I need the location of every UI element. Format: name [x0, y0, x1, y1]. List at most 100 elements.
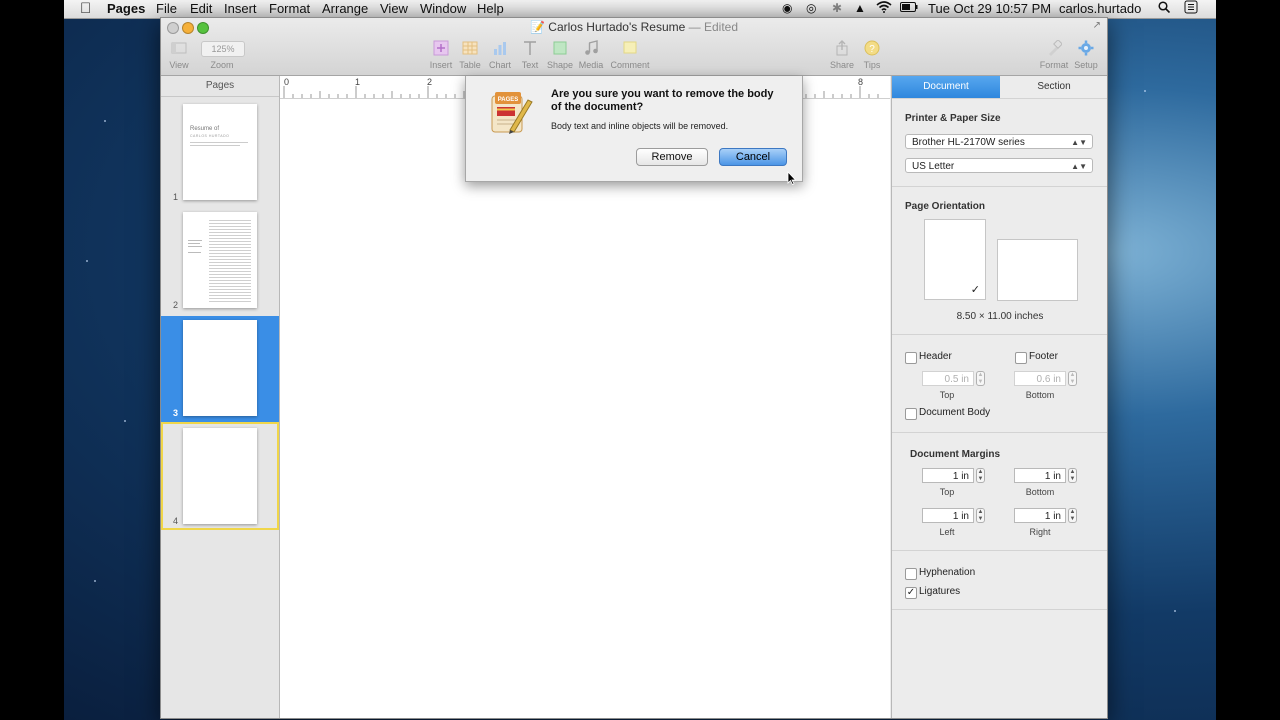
page-thumbnail-image: [183, 428, 257, 524]
paper-dimensions: 8.50 × 11.00 inches: [956, 311, 1044, 322]
media-tool[interactable]: Media: [571, 40, 611, 70]
spotlight-search-icon[interactable]: [1158, 1, 1171, 16]
tab-section[interactable]: Section: [1000, 76, 1107, 98]
document-body-checkbox[interactable]: [905, 408, 917, 420]
media-label: Media: [578, 60, 604, 70]
menu-file[interactable]: File: [156, 1, 177, 16]
menubar-clock[interactable]: Tue Oct 29 10:57 PM: [928, 1, 1051, 16]
star: [104, 120, 106, 122]
margin-top-stepper[interactable]: ▲ ▼: [976, 468, 985, 483]
airplay-icon[interactable]: ▲: [854, 1, 866, 15]
svg-text:PAGES: PAGES: [498, 97, 519, 103]
share-label: Share: [829, 60, 855, 70]
footer-bottom-caption: Bottom: [1025, 390, 1055, 400]
page-number: 1: [173, 192, 179, 202]
document-title: Carlos Hurtado's Resume: [548, 20, 686, 34]
dialog-question: Are you sure you want to remove the body…: [551, 88, 774, 113]
page-thumbnail-3[interactable]: 3: [161, 316, 279, 422]
checkmark-icon: ✓: [970, 284, 980, 296]
menu-format[interactable]: Format: [269, 1, 310, 16]
star: [1174, 610, 1176, 612]
margin-bottom-caption: Bottom: [1025, 487, 1055, 497]
page-thumbnail-4[interactable]: 4: [161, 422, 279, 530]
header-checkbox[interactable]: [905, 352, 917, 364]
margin-bottom-stepper[interactable]: ▲ ▼: [1068, 468, 1077, 483]
pages-window: 📝 Carlos Hurtado's Resume — Edited ↗ Vie…: [160, 17, 1108, 719]
fullscreen-icon[interactable]: ↗: [1093, 20, 1101, 31]
hyphenation-checkbox[interactable]: [905, 568, 917, 580]
comment-tool[interactable]: Comment: [610, 40, 650, 70]
paper-size-value: US Letter: [912, 161, 955, 172]
status-app-icon[interactable]: ◉: [782, 1, 792, 15]
paper-size-select[interactable]: US Letter ▲▼: [905, 158, 1093, 173]
margin-bottom-field[interactable]: 1 in: [1014, 468, 1066, 483]
menu-arrange[interactable]: Arrange: [322, 1, 368, 16]
document-body-label: Document Body: [919, 407, 991, 418]
ruler-label-1: 1: [355, 77, 361, 87]
document-icon: 📝: [529, 20, 545, 34]
zoom-value: 125%: [211, 44, 235, 54]
printer-paper-heading: Printer & Paper Size: [905, 113, 1001, 124]
cancel-button[interactable]: Cancel: [719, 148, 787, 166]
thumb-title: Resume of: [190, 126, 220, 132]
checkmark-icon: ✓: [906, 587, 916, 598]
margin-left-field[interactable]: 1 in: [922, 508, 974, 523]
tips-tool[interactable]: ? Tips: [852, 40, 892, 70]
format-label: Format: [1039, 60, 1069, 70]
tab-document[interactable]: Document: [892, 76, 1000, 98]
margin-right-stepper[interactable]: ▲ ▼: [1068, 508, 1077, 523]
header-distance-field[interactable]: 0.5 in: [922, 371, 974, 386]
menu-help[interactable]: Help: [477, 1, 504, 16]
page-thumbnail-2[interactable]: 2: [161, 208, 279, 314]
star: [124, 420, 126, 422]
mouse-cursor-icon: [787, 171, 797, 185]
record-icon[interactable]: ◎: [806, 1, 816, 15]
margin-left-stepper[interactable]: ▲ ▼: [976, 508, 985, 523]
title-bar: 📝 Carlos Hurtado's Resume — Edited ↗ Vie…: [161, 18, 1107, 76]
portrait-orientation-button[interactable]: ✓: [924, 219, 986, 300]
footer-label: Footer: [1029, 351, 1058, 362]
battery-icon[interactable]: [900, 1, 918, 15]
menu-view[interactable]: View: [380, 1, 408, 16]
table-label: Table: [459, 60, 481, 70]
remove-body-dialog: PAGES Are you sure you want to remove th…: [465, 76, 803, 182]
setup-tool[interactable]: Setup: [1066, 40, 1106, 70]
sidebar-header: Pages: [161, 76, 279, 97]
menu-app-name[interactable]: Pages: [107, 1, 145, 16]
hyphenation-label: Hyphenation: [919, 567, 976, 578]
apple-menu-icon[interactable]: : [80, 0, 91, 17]
header-distance-stepper[interactable]: ▲ ▼: [976, 371, 985, 386]
landscape-orientation-button[interactable]: [997, 239, 1078, 301]
zoom-select[interactable]: 125%: [201, 41, 245, 57]
menu-window[interactable]: Window: [420, 1, 466, 16]
page-number: 3: [173, 408, 179, 418]
star: [1144, 90, 1146, 92]
popup-arrows-icon: ▲▼: [1071, 138, 1087, 147]
ligatures-checkbox[interactable]: ✓: [905, 587, 917, 599]
star: [94, 580, 96, 582]
bluetooth-icon[interactable]: ✱: [832, 1, 842, 15]
notification-center-icon[interactable]: [1184, 0, 1198, 17]
footer-distance-field[interactable]: 0.6 in: [1014, 371, 1066, 386]
menu-insert[interactable]: Insert: [224, 1, 257, 16]
setup-label: Setup: [1074, 60, 1098, 70]
margin-right-field[interactable]: 1 in: [1014, 508, 1066, 523]
remove-button[interactable]: Remove: [636, 148, 708, 166]
page-orientation-heading: Page Orientation: [905, 201, 986, 212]
wifi-icon[interactable]: [876, 1, 892, 16]
document-canvas[interactable]: [280, 99, 890, 718]
margin-left-caption: Left: [939, 527, 955, 537]
printer-value: Brother HL-2170W series: [912, 137, 1025, 148]
menu-edit[interactable]: Edit: [190, 1, 212, 16]
menubar-user[interactable]: carlos.hurtado: [1059, 1, 1141, 16]
header-label: Header: [919, 351, 952, 362]
view-label: View: [169, 60, 189, 70]
footer-checkbox[interactable]: [1015, 352, 1027, 364]
page-thumbnail-1[interactable]: Resume of CARLOS HURTADO 1: [161, 100, 279, 206]
margin-top-field[interactable]: 1 in: [922, 468, 974, 483]
footer-distance-stepper[interactable]: ▲ ▼: [1068, 371, 1077, 386]
printer-select[interactable]: Brother HL-2170W series ▲▼: [905, 134, 1093, 149]
shape-label: Shape: [546, 60, 574, 70]
view-tool[interactable]: View: [161, 40, 199, 70]
comment-label: Comment: [610, 60, 650, 70]
